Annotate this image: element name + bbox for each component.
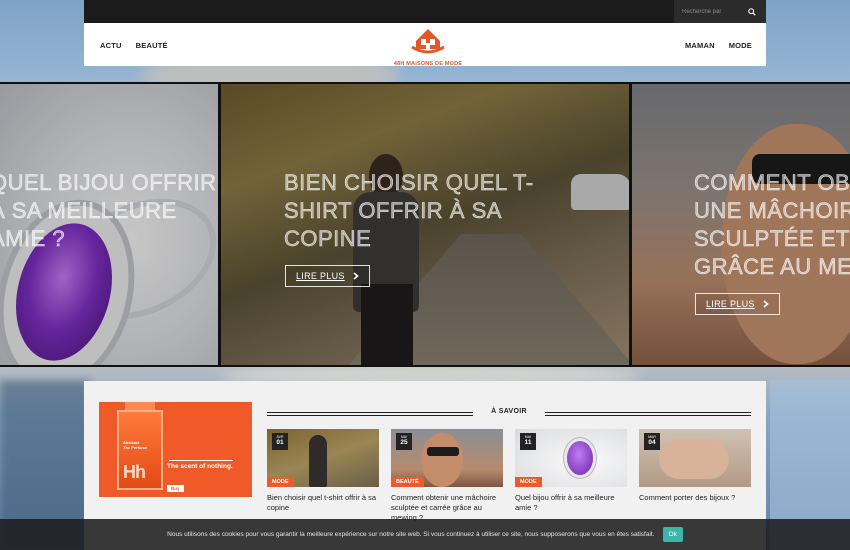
date-badge: MAI 25 bbox=[396, 433, 412, 450]
article-title[interactable]: Quel bijou offrir à sa meilleure amie ? bbox=[515, 493, 627, 513]
chevron-right-icon bbox=[353, 272, 359, 280]
date-badge: MAR 04 bbox=[644, 433, 660, 450]
article-title[interactable]: Bien choisir quel t-shirt offrir à sa co… bbox=[267, 493, 379, 513]
slide-title[interactable]: QUEL BIJOU OFFRIR À SA MEILLEURE AMIE ? bbox=[0, 169, 218, 253]
article-image[interactable]: AVR 01 MODE bbox=[267, 429, 379, 487]
site-logo[interactable]: 48H MAISONS DE MODE bbox=[390, 25, 466, 67]
chevron-right-icon bbox=[763, 300, 769, 308]
top-bar bbox=[84, 0, 766, 23]
date-badge: MAI 11 bbox=[520, 433, 536, 450]
nav-item-actu[interactable]: ACTU bbox=[100, 41, 122, 50]
featured-slider: QUEL BIJOU OFFRIR À SA MEILLEURE AMIE ? … bbox=[0, 82, 850, 367]
slide-mewing[interactable]: COMMENT OBTENIR UNE MÂCHOIRE SCULPTÉE ET… bbox=[632, 84, 850, 365]
bottle-image: Abstract The Perfume Hh bbox=[117, 410, 163, 490]
search-icon bbox=[748, 7, 756, 16]
category-badge[interactable]: BEAUTÉ bbox=[391, 477, 424, 487]
main-nav-left: ACTU BEAUTÉ bbox=[100, 41, 168, 50]
bottle-brand: Hh bbox=[123, 462, 146, 482]
category-badge[interactable]: MODE bbox=[515, 477, 542, 487]
slide-tshirt[interactable]: BIEN CHOISIR QUEL T-SHIRT OFFRIR À SA CO… bbox=[221, 84, 629, 365]
read-more-label: LIRE PLUS bbox=[706, 299, 755, 309]
read-more-button[interactable]: LIRE PLUS bbox=[695, 293, 780, 315]
read-more-button[interactable]: LIRE PLUS bbox=[285, 265, 370, 287]
site-header: ACTU BEAUTÉ 48H MAISONS DE MODE MAMAN MO… bbox=[84, 23, 766, 67]
cookie-text: Nous utilisons des cookies pour vous gar… bbox=[167, 531, 655, 538]
main-nav-right: MAMAN MODE bbox=[685, 41, 752, 50]
cookie-banner: Nous utilisons des cookies pour vous gar… bbox=[0, 519, 850, 550]
perfume-ad[interactable]: Abstract The Perfume Hh The scent of noth… bbox=[99, 402, 252, 497]
date-badge: AVR 01 bbox=[272, 433, 288, 450]
nav-item-mode[interactable]: MODE bbox=[729, 41, 752, 50]
nav-item-maman[interactable]: MAMAN bbox=[685, 41, 715, 50]
logo-text: 48H MAISONS DE MODE bbox=[393, 61, 463, 67]
slide-ring[interactable]: QUEL BIJOU OFFRIR À SA MEILLEURE AMIE ? bbox=[0, 84, 218, 365]
article-image[interactable]: MAR 04 bbox=[639, 429, 751, 487]
category-badge[interactable]: MODE bbox=[267, 477, 294, 487]
article-card[interactable]: AVR 01 MODE Bien choisir quel t-shirt of… bbox=[267, 429, 379, 513]
ad-headline: The scent of nothing. bbox=[167, 463, 233, 470]
article-image[interactable]: MAI 11 MODE bbox=[515, 429, 627, 487]
read-more-label: LIRE PLUS bbox=[296, 271, 345, 281]
cookie-accept-button[interactable]: Ok bbox=[662, 527, 683, 542]
ad-buy-button[interactable]: Buy bbox=[167, 485, 184, 492]
article-card[interactable]: MAI 25 BEAUTÉ Comment obtenir une mâchoi… bbox=[391, 429, 503, 523]
section-header: À SAVOIR bbox=[267, 405, 751, 421]
search-button[interactable] bbox=[738, 0, 766, 23]
slide-title[interactable]: BIEN CHOISIR QUEL T-SHIRT OFFRIR À SA CO… bbox=[284, 169, 554, 253]
search-input[interactable] bbox=[674, 0, 738, 23]
article-title[interactable]: Comment porter des bijoux ? bbox=[639, 493, 751, 503]
article-card[interactable]: MAR 04 Comment porter des bijoux ? bbox=[639, 429, 751, 503]
nav-item-beaute[interactable]: BEAUTÉ bbox=[136, 41, 168, 50]
article-card[interactable]: MAI 11 MODE Quel bijou offrir à sa meill… bbox=[515, 429, 627, 513]
search-form bbox=[674, 0, 766, 23]
bottle-label: Abstract The Perfume bbox=[123, 440, 148, 450]
slide-title[interactable]: COMMENT OBTENIR UNE MÂCHOIRE SCULPTÉE ET… bbox=[694, 169, 850, 281]
article-image[interactable]: MAI 25 BEAUTÉ bbox=[391, 429, 503, 487]
house-logo-icon bbox=[411, 29, 445, 54]
